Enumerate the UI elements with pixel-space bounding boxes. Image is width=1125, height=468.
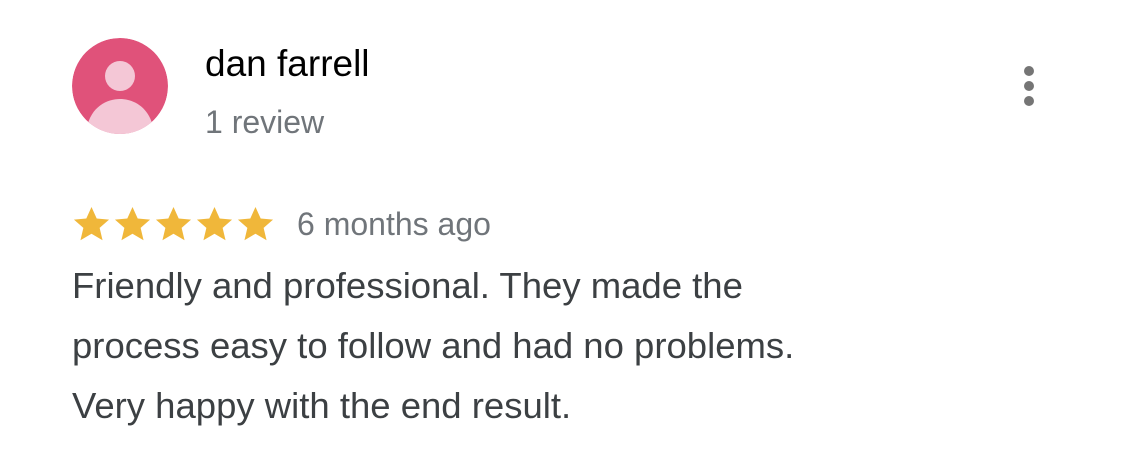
reviewer-name[interactable]: dan farrell [205,42,370,86]
review-date: 6 months ago [297,206,491,242]
review-text-line: Friendly and professional. They made the [72,265,743,306]
review-text: Friendly and professional. They made the… [72,256,1052,436]
star-icon [155,206,192,241]
more-options-button[interactable] [1009,62,1049,110]
person-icon [72,38,168,134]
star-icon [196,206,233,241]
more-vertical-icon [1024,66,1034,106]
review-count[interactable]: 1 review [205,102,324,142]
star-icon [237,206,274,241]
star-icon [114,206,151,241]
review-text-line: Very happy with the end result. [72,385,572,426]
rating-row: 6 months ago [72,200,491,248]
star-rating [72,203,275,245]
review-text-line: process easy to follow and had no proble… [72,325,795,366]
review-card: dan farrell 1 review 6 months ago Friend… [0,0,1125,468]
avatar[interactable] [72,38,168,134]
star-icon [73,206,110,241]
